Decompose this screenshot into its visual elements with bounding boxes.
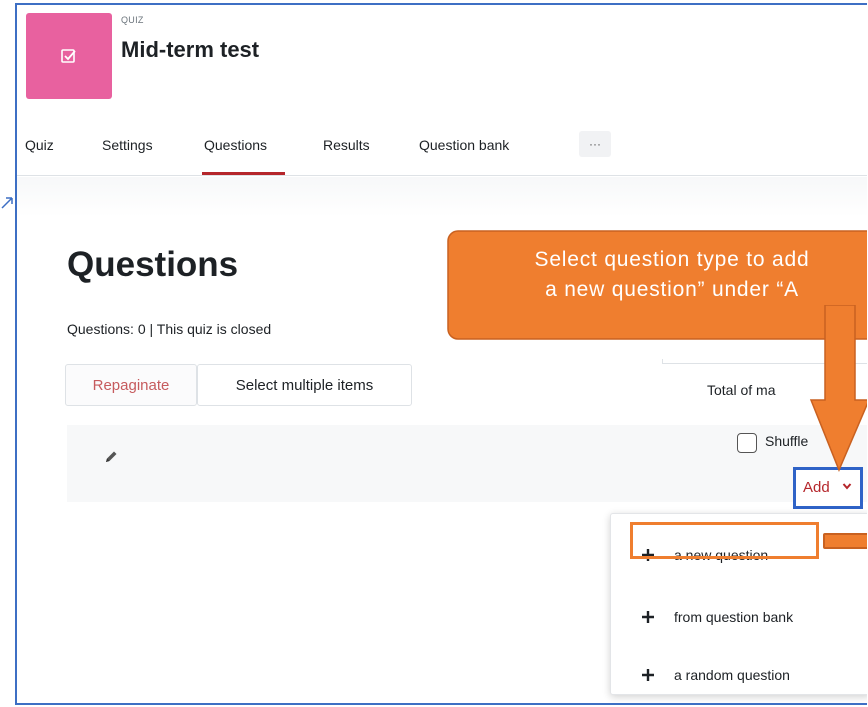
menu-item-label: from question bank [674,609,794,625]
repaginate-button[interactable]: Repaginate [65,364,197,406]
quiz-status-info: Questions: 0 | This quiz is closed [67,321,272,337]
chevron-down-icon[interactable] [842,481,852,491]
callout-line-1: Select question type to add [534,248,810,271]
tab-questions[interactable]: Questions [204,137,267,153]
callout-line-2: a new question” under “A [545,278,799,301]
callout-text: Select question type to add a new questi… [457,245,867,305]
plus-icon [642,669,654,681]
menu-item-label: a random question [674,667,790,683]
callout-pointer [809,305,867,472]
select-multiple-button[interactable]: Select multiple items [197,364,412,406]
shuffle-checkbox[interactable] [737,433,757,453]
tab-question-bank[interactable]: Question bank [419,137,509,153]
pointer-arrow-icon [1,197,13,209]
page-title: Mid-term test [121,37,260,62]
secondary-navigation: Quiz Settings Questions Results Question… [17,127,867,176]
plus-icon [642,611,654,623]
callout-connector [823,533,867,549]
tab-quiz[interactable]: Quiz [25,137,54,153]
menu-item-random-question[interactable]: a random question [611,656,867,696]
more-tabs-button[interactable]: ··· [579,131,611,157]
checkbox-edit-icon [61,49,76,63]
module-type-label: QUIZ [121,15,144,25]
app-frame: QUIZ Mid-term test Quiz Settings Questio… [15,3,867,705]
active-tab-indicator [202,172,285,175]
tab-settings[interactable]: Settings [102,137,153,153]
add-menu-button[interactable]: Add [803,479,830,496]
questions-heading: Questions [67,245,239,284]
menu-item-from-question-bank[interactable]: from question bank [611,598,867,638]
new-question-highlight [630,522,819,559]
total-marks-label: Total of ma [707,382,776,398]
shuffle-label: Shuffle [765,433,809,449]
quiz-module-icon [26,13,112,99]
pencil-edit-icon[interactable] [103,449,119,465]
tab-results[interactable]: Results [323,137,370,153]
